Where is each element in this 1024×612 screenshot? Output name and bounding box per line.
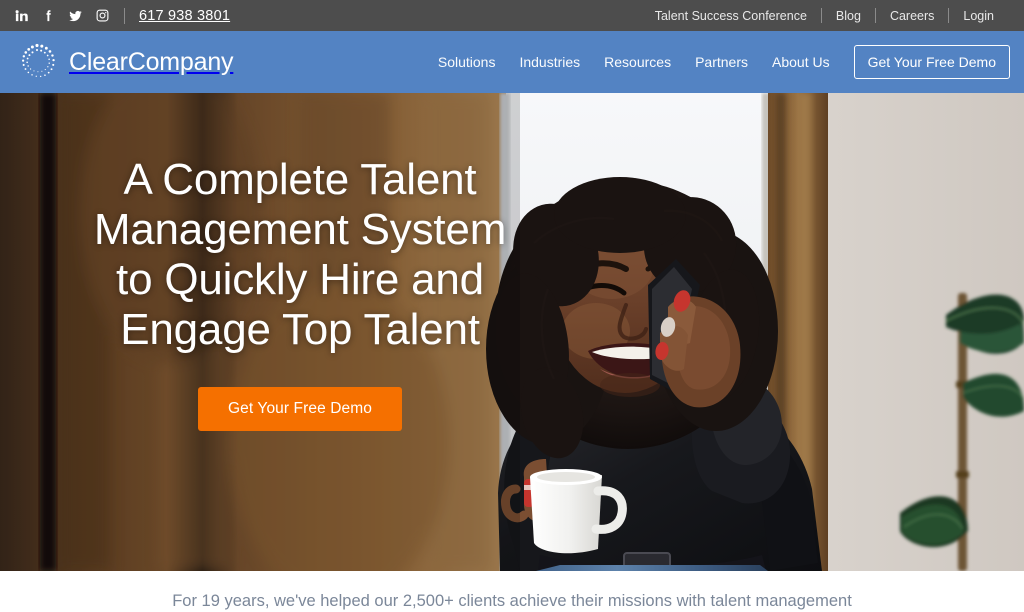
linkedin-icon[interactable] [14, 8, 29, 23]
nav-get-free-demo-button[interactable]: Get Your Free Demo [853, 45, 1010, 79]
topbar-divider [124, 7, 125, 24]
clearcompany-dotted-ring-logo-icon [14, 39, 60, 85]
nav-link-partners[interactable]: Partners [683, 54, 760, 70]
brand-name: ClearCompany [69, 47, 234, 76]
topbar-link-talent-success-conference[interactable]: Talent Success Conference [641, 9, 821, 23]
primary-nav-links: Solutions Industries Resources Partners … [426, 45, 1010, 79]
facebook-icon[interactable] [41, 8, 56, 23]
topbar-link-blog[interactable]: Blog [822, 9, 875, 23]
hero-headline: A Complete Talent Management System to Q… [93, 155, 507, 354]
top-utility-bar: 617 938 3801 Talent Success Conference B… [0, 0, 1024, 31]
topbar-right-links: Talent Success Conference Blog Careers L… [641, 8, 1008, 23]
instagram-icon[interactable] [95, 8, 110, 23]
twitter-icon[interactable] [68, 8, 83, 23]
nav-link-solutions[interactable]: Solutions [426, 54, 508, 70]
topbar-link-login[interactable]: Login [949, 9, 1008, 23]
below-hero-section: For 19 years, we've helped our 2,500+ cl… [0, 571, 1024, 612]
topbar-left-group: 617 938 3801 [14, 7, 230, 24]
hero-get-free-demo-button[interactable]: Get Your Free Demo [198, 387, 402, 431]
brand-home-link[interactable]: ClearCompany [14, 39, 234, 85]
hero-content: A Complete Talent Management System to Q… [0, 93, 600, 571]
nav-link-resources[interactable]: Resources [592, 54, 683, 70]
nav-link-industries[interactable]: Industries [507, 54, 592, 70]
phone-number[interactable]: 617 938 3801 [139, 8, 230, 24]
topbar-link-careers[interactable]: Careers [876, 9, 948, 23]
social-links [14, 8, 110, 23]
hero-section: A Complete Talent Management System to Q… [0, 93, 1024, 571]
nav-link-about-us[interactable]: About Us [760, 54, 842, 70]
main-navigation-bar: ClearCompany Solutions Industries Resour… [0, 31, 1024, 93]
social-proof-text: For 19 years, we've helped our 2,500+ cl… [172, 592, 852, 610]
